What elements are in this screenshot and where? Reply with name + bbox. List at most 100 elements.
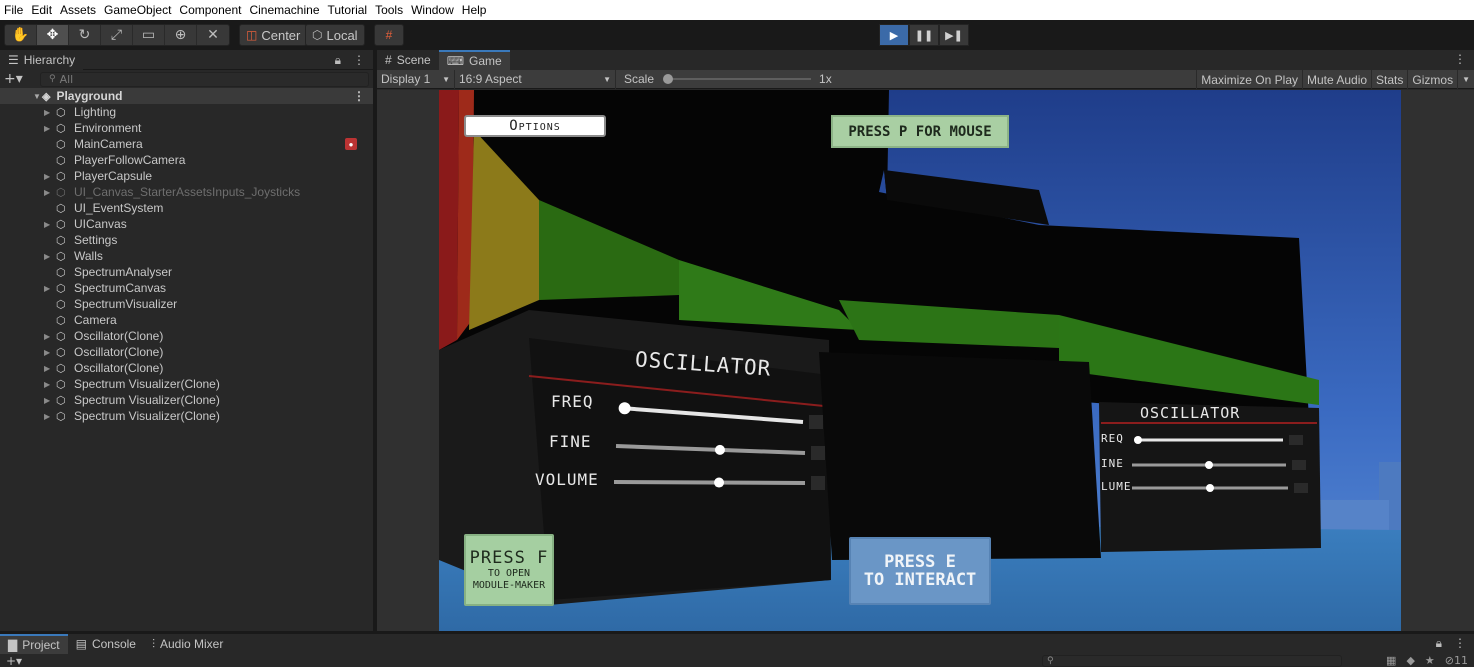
expand-arrow-icon[interactable]: ▶	[44, 412, 56, 421]
hierarchy-item[interactable]: ⬡ MainCamera ●	[0, 136, 373, 152]
kebab-icon[interactable]: ⋮	[353, 53, 365, 68]
stats-button[interactable]: Stats	[1371, 70, 1407, 89]
expand-arrow-icon[interactable]: ▶	[44, 252, 56, 261]
hierarchy-item[interactable]: ▶ ⬡ Lighting	[0, 104, 373, 120]
expand-arrow-icon[interactable]: ▶	[44, 396, 56, 405]
oscillator_side-volume-toggle[interactable]	[1294, 483, 1308, 493]
hierarchy-item[interactable]: ▶ ⬡ PlayerCapsule	[0, 168, 373, 184]
lock-icon[interactable]: 🔒︎	[1436, 636, 1442, 651]
play-button[interactable]: ▶	[879, 24, 909, 46]
scale-tool-button[interactable]: ⤢	[101, 25, 133, 45]
game-viewport[interactable]: Options PRESS P FOR MOUSE OSCILLATOR FRE…	[439, 90, 1401, 631]
hierarchy-item[interactable]: ▶ ⬡ SpectrumCanvas	[0, 280, 373, 296]
hierarchy-item[interactable]: ⬡ UI_EventSystem	[0, 200, 373, 216]
oscillator_main-freq-slider-knob[interactable]	[618, 402, 631, 415]
expand-arrow-icon[interactable]: ▶	[44, 188, 56, 197]
expand-arrow-icon[interactable]: ▶	[44, 348, 56, 357]
hierarchy-item[interactable]: ⬡ SpectrumAnalyser	[0, 264, 373, 280]
oscillator_main-volume-slider-track[interactable]	[613, 480, 806, 485]
star-icon[interactable]: ★	[1425, 654, 1435, 667]
add-object-button[interactable]: +▾	[4, 71, 34, 87]
hierarchy-item[interactable]: ▶ ⬡ Spectrum Visualizer(Clone)	[0, 376, 373, 392]
hierarchy-item[interactable]: ⬡ Settings	[0, 232, 373, 248]
hierarchy-item[interactable]: ▶ ⬡ Environment	[0, 120, 373, 136]
hierarchy-item[interactable]: ▶ ⬡ UI_Canvas_StarterAssetsInputs_Joystick…	[0, 184, 373, 200]
oscillator_main-fine-slider-knob[interactable]	[714, 444, 725, 455]
oscillator_side-fine-toggle[interactable]	[1292, 460, 1306, 470]
gizmos-dropdown-caret[interactable]: ▼	[1457, 70, 1474, 89]
hidden-packages-button[interactable]: ⊘11	[1445, 654, 1468, 667]
pivot-center-toggle[interactable]: ◫ Center	[239, 24, 308, 46]
hierarchy-item[interactable]: ▶ ⬡ Spectrum Visualizer(Clone)	[0, 392, 373, 408]
scene-kebab-icon[interactable]: ⋮	[353, 89, 365, 103]
oscillator_main-volume-slider-knob[interactable]	[714, 477, 725, 488]
gizmos-button[interactable]: Gizmos	[1407, 70, 1457, 89]
expand-arrow-icon[interactable]: ▶	[44, 284, 56, 293]
menu-tutorial[interactable]: Tutorial	[328, 3, 374, 17]
tab-game[interactable]: ⌨ Game	[438, 50, 510, 70]
aspect-dropdown[interactable]: 16:9 Aspect ▼	[455, 69, 616, 89]
menu-file[interactable]: File	[4, 3, 29, 17]
tab-scene[interactable]: # Scene	[377, 50, 439, 70]
menu-cinemachine[interactable]: Cinemachine	[249, 3, 325, 17]
oscillator_main-freq-toggle[interactable]	[809, 415, 823, 429]
hierarchy-item[interactable]: ▶ ⬡ Spectrum Visualizer(Clone)	[0, 408, 373, 424]
menu-edit[interactable]: Edit	[31, 3, 58, 17]
pivot-space-toggle[interactable]: ⬡ Local	[305, 24, 365, 46]
hierarchy-item[interactable]: ▶ ⬡ UICanvas	[0, 216, 373, 232]
hierarchy-item[interactable]: ▶ ⬡ Oscillator(Clone)	[0, 328, 373, 344]
add-asset-button[interactable]: +▾	[6, 654, 22, 667]
menu-component[interactable]: Component	[179, 3, 247, 17]
move-tool-button[interactable]: ✥	[37, 25, 69, 45]
rotate-tool-button[interactable]: ↻	[69, 25, 101, 45]
scene-root[interactable]: ▼ ◈ Playground ⋮	[0, 88, 373, 104]
menu-assets[interactable]: Assets	[60, 3, 102, 17]
hierarchy-item[interactable]: ⬡ SpectrumVisualizer	[0, 296, 373, 312]
filter-type-icon[interactable]: ▦	[1386, 654, 1396, 667]
tab-console[interactable]: ▤ Console	[68, 634, 144, 654]
expand-arrow-icon[interactable]: ▶	[44, 172, 56, 181]
hierarchy-item[interactable]: ▶ ⬡ Oscillator(Clone)	[0, 360, 373, 376]
options-button[interactable]: Options	[464, 115, 606, 137]
lock-icon[interactable]: 🔒︎	[335, 53, 341, 68]
expand-arrow-icon[interactable]: ▶	[44, 364, 56, 373]
tab-project[interactable]: ▇ Project	[0, 634, 68, 654]
scale-slider[interactable]	[663, 74, 812, 84]
hierarchy-item[interactable]: ⬡ PlayerFollowCamera	[0, 152, 373, 168]
oscillator_side-freq-slider-knob[interactable]	[1133, 436, 1142, 444]
hierarchy-item[interactable]: ▶ ⬡ Walls	[0, 248, 373, 264]
display-dropdown[interactable]: Display 1 ▼	[377, 69, 455, 89]
expand-arrow-icon[interactable]: ▶	[44, 332, 56, 341]
kebab-icon[interactable]: ⋮	[1454, 636, 1466, 651]
rect-tool-button[interactable]: ▭	[133, 25, 165, 45]
custom-tool-button[interactable]: ✕	[197, 25, 229, 45]
expand-arrow-icon[interactable]: ▶	[44, 124, 56, 133]
menu-window[interactable]: Window	[411, 3, 460, 17]
oscillator_main-fine-toggle[interactable]	[811, 446, 825, 460]
mute-audio-button[interactable]: Mute Audio	[1302, 70, 1371, 89]
pause-button[interactable]: ❚❚	[909, 24, 939, 46]
oscillator_main-volume-toggle[interactable]	[811, 476, 825, 490]
hierarchy-item[interactable]: ⬡ Camera	[0, 312, 373, 328]
kebab-icon[interactable]: ⋮	[1454, 52, 1466, 66]
oscillator_side-volume-slider-knob[interactable]	[1206, 484, 1214, 492]
maximize-on-play-button[interactable]: Maximize On Play	[1196, 70, 1302, 89]
project-search-input[interactable]: ⚲	[1042, 655, 1342, 667]
menu-help[interactable]: Help	[462, 3, 493, 17]
hand-tool-button[interactable]: ✋	[5, 25, 37, 45]
oscillator_side-fine-slider-knob[interactable]	[1205, 461, 1213, 469]
menu-tools[interactable]: Tools	[375, 3, 409, 17]
label-icon[interactable]: ◆	[1406, 654, 1414, 667]
hierarchy-item[interactable]: ▶ ⬡ Oscillator(Clone)	[0, 344, 373, 360]
tab-audio-mixer[interactable]: ⫶ Audio Mixer	[144, 634, 231, 654]
expand-arrow-icon[interactable]: ▼	[33, 92, 41, 101]
expand-arrow-icon[interactable]: ▶	[44, 380, 56, 389]
transform-tool-button[interactable]: ⊕	[165, 25, 197, 45]
grid-snap-button[interactable]: #	[374, 24, 404, 46]
hierarchy-search-input[interactable]: ⚲ All	[40, 71, 369, 87]
expand-arrow-icon[interactable]: ▶	[44, 108, 56, 117]
step-button[interactable]: ▶❚	[939, 24, 969, 46]
oscillator_side-freq-toggle[interactable]	[1289, 435, 1303, 445]
expand-arrow-icon[interactable]: ▶	[44, 220, 56, 229]
tab-hierarchy[interactable]: ☰ Hierarchy	[0, 49, 84, 70]
